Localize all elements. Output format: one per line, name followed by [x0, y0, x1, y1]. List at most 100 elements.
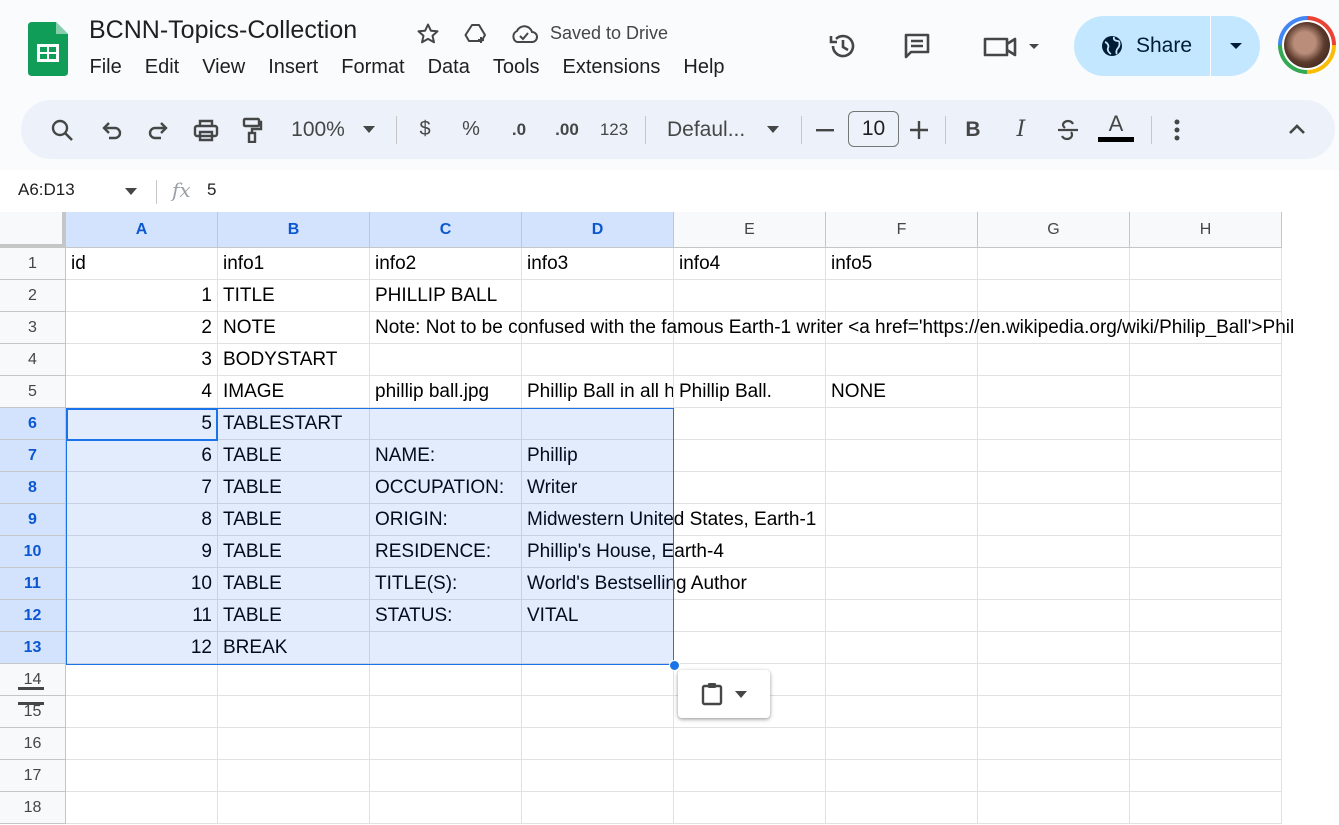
row-header-9[interactable]: 9	[0, 504, 66, 536]
cell-f12[interactable]	[826, 600, 978, 632]
cell-c6[interactable]	[370, 408, 522, 440]
cell-g10[interactable]	[978, 536, 1130, 568]
cell-a17[interactable]	[66, 760, 218, 792]
cell-d18[interactable]	[522, 792, 674, 824]
cell-d5[interactable]: Phillip Ball in all his glory	[522, 376, 674, 408]
move-to-drive-icon[interactable]	[462, 20, 490, 48]
column-header-a[interactable]: A	[66, 212, 218, 248]
cell-b18[interactable]	[218, 792, 370, 824]
row-header-7[interactable]: 7	[0, 440, 66, 472]
format-currency-button[interactable]: $	[413, 100, 437, 159]
cell-d1[interactable]: info3	[522, 248, 674, 280]
cell-h17[interactable]	[1130, 760, 1282, 792]
cell-h8[interactable]	[1130, 472, 1282, 504]
cell-h12[interactable]	[1130, 600, 1282, 632]
cell-c4[interactable]	[370, 344, 522, 376]
cell-e12[interactable]	[674, 600, 826, 632]
cell-d9[interactable]: Midwestern United States, Earth-1	[522, 504, 816, 536]
cell-b12[interactable]: TABLE	[218, 600, 370, 632]
cell-c1[interactable]: info2	[370, 248, 522, 280]
cell-b6[interactable]: TABLESTART	[218, 408, 370, 440]
format-percent-button[interactable]: %	[459, 100, 483, 159]
cell-h16[interactable]	[1130, 728, 1282, 760]
saved-status[interactable]: Saved to Drive	[550, 23, 668, 44]
cell-c5[interactable]: phillip ball.jpg	[370, 376, 522, 408]
column-header-c[interactable]: C	[370, 212, 522, 248]
cell-a4[interactable]: 3	[66, 344, 218, 376]
cell-f16[interactable]	[826, 728, 978, 760]
cell-e7[interactable]	[674, 440, 826, 472]
cell-a10[interactable]: 9	[66, 536, 218, 568]
redo-icon[interactable]	[143, 100, 173, 159]
spreadsheet-grid[interactable]: id info1 info2 info3 info4 info5 1 TITLE PHILLIP…	[0, 212, 1339, 825]
cell-d11[interactable]: World's Bestselling Author	[522, 568, 747, 600]
formula-input[interactable]: 5	[207, 180, 216, 200]
cell-c12[interactable]: STATUS:	[370, 600, 522, 632]
cell-c15[interactable]	[370, 696, 522, 728]
meet-video-icon[interactable]	[978, 26, 1044, 66]
row-header-10[interactable]: 10	[0, 536, 66, 568]
paint-format-icon[interactable]	[237, 100, 267, 159]
cell-b2[interactable]: TITLE	[218, 280, 370, 312]
cell-e2[interactable]	[674, 280, 826, 312]
strikethrough-icon[interactable]	[1055, 100, 1081, 159]
cell-d6[interactable]	[522, 408, 674, 440]
decrease-decimal-button[interactable]: .0	[503, 100, 535, 159]
cell-d10[interactable]: Phillip's House, Earth-4	[522, 536, 724, 568]
name-box-caret-icon[interactable]	[125, 188, 137, 195]
cell-g15[interactable]	[978, 696, 1130, 728]
cell-a16[interactable]	[66, 728, 218, 760]
cell-a3[interactable]: 2	[66, 312, 218, 344]
cell-c10[interactable]: RESIDENCE:	[370, 536, 522, 568]
collapse-toolbar-icon[interactable]	[1285, 100, 1309, 159]
menu-tools[interactable]: Tools	[481, 56, 551, 79]
select-all-corner[interactable]	[0, 212, 66, 248]
row-header-15[interactable]: 15	[0, 696, 66, 728]
print-icon[interactable]	[191, 100, 221, 159]
cell-h18[interactable]	[1130, 792, 1282, 824]
cell-d17[interactable]	[522, 760, 674, 792]
share-dropdown-button[interactable]	[1211, 16, 1260, 76]
cell-h5[interactable]	[1130, 376, 1282, 408]
font-family-select[interactable]: Defaul...	[661, 100, 785, 159]
cell-g2[interactable]	[978, 280, 1130, 312]
cell-h1[interactable]	[1130, 248, 1282, 280]
menu-edit[interactable]: Edit	[133, 56, 190, 79]
menu-file[interactable]: File	[78, 56, 133, 79]
cell-d14[interactable]	[522, 664, 674, 696]
row-header-4[interactable]: 4	[0, 344, 66, 376]
menu-data[interactable]: Data	[416, 56, 481, 79]
cell-a9[interactable]: 8	[66, 504, 218, 536]
cell-d16[interactable]	[522, 728, 674, 760]
cell-g18[interactable]	[978, 792, 1130, 824]
cell-a12[interactable]: 11	[66, 600, 218, 632]
more-options-icon[interactable]	[1165, 100, 1189, 159]
fill-handle[interactable]	[669, 660, 680, 671]
cell-h6[interactable]	[1130, 408, 1282, 440]
cell-d4[interactable]	[522, 344, 674, 376]
comments-icon[interactable]	[897, 26, 937, 66]
italic-button[interactable]: I	[1009, 100, 1033, 159]
cell-f1[interactable]: info5	[826, 248, 978, 280]
cell-b13[interactable]: BREAK	[218, 632, 370, 664]
font-size-input[interactable]: 10	[848, 111, 899, 147]
paste-options-popup[interactable]	[678, 670, 770, 718]
cell-g16[interactable]	[978, 728, 1130, 760]
cell-a2[interactable]: 1	[66, 280, 218, 312]
row-header-13[interactable]: 13	[0, 632, 66, 664]
cell-c17[interactable]	[370, 760, 522, 792]
bold-button[interactable]: B	[961, 100, 985, 159]
row-header-1[interactable]: 1	[0, 248, 66, 280]
row-header-16[interactable]: 16	[0, 728, 66, 760]
cell-b10[interactable]: TABLE	[218, 536, 370, 568]
cell-c8[interactable]: OCCUPATION:	[370, 472, 522, 504]
cell-a13[interactable]: 12	[66, 632, 218, 664]
cell-f2[interactable]	[826, 280, 978, 312]
menu-format[interactable]: Format	[330, 56, 416, 79]
row-header-6[interactable]: 6	[0, 408, 66, 440]
cell-h7[interactable]	[1130, 440, 1282, 472]
cell-e5[interactable]: Phillip Ball.	[674, 376, 826, 408]
cell-g12[interactable]	[978, 600, 1130, 632]
menu-help[interactable]: Help	[672, 56, 736, 79]
cell-c14[interactable]	[370, 664, 522, 696]
